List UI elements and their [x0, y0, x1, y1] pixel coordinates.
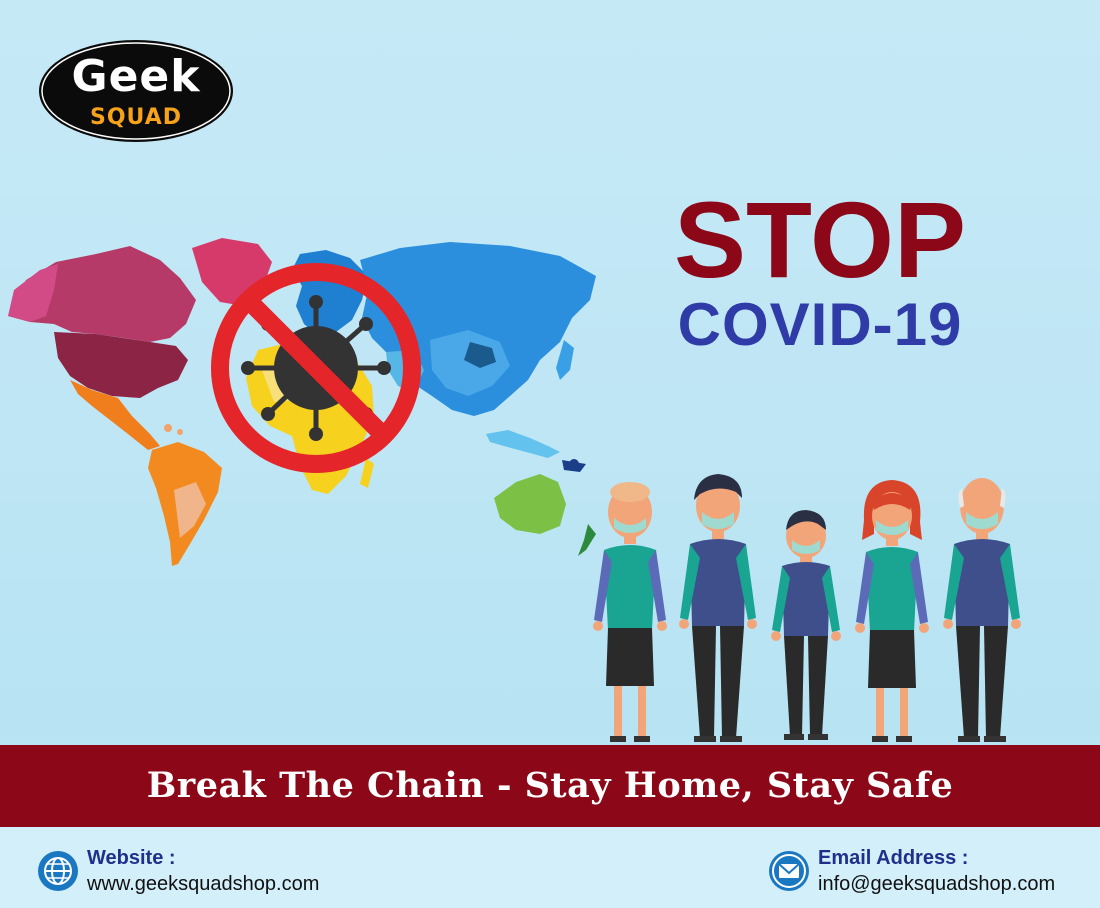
website-label: Website :	[87, 847, 176, 869]
people-illustration	[593, 474, 1021, 742]
envelope-icon	[769, 851, 809, 891]
map-usa	[54, 332, 188, 398]
map-europe	[292, 250, 368, 336]
map-caribbean	[164, 424, 172, 432]
contact-footer: Website : www.geeksquadshop.com Email Ad…	[0, 827, 1100, 908]
map-australia	[494, 474, 566, 534]
person-woman-bald	[593, 482, 667, 742]
map-southeast-asia	[486, 430, 560, 458]
email-label: Email Address :	[818, 847, 969, 869]
no-virus-sign-icon	[211, 263, 421, 473]
world-map	[8, 238, 596, 566]
person-man	[679, 474, 757, 742]
map-madagascar	[360, 458, 374, 488]
headline-covid: COVID-19	[677, 291, 963, 358]
website-contact[interactable]: Website : www.geeksquadshop.com	[37, 845, 367, 897]
person-woman-redhair	[855, 480, 929, 742]
logo-text-squad: SQUAD	[89, 105, 183, 130]
globe-icon	[38, 851, 78, 891]
poster: Geek SQUAD STOP COVID-19 Break The Chain…	[0, 0, 1100, 908]
website-url[interactable]: www.geeksquadshop.com	[87, 873, 319, 896]
email-contact[interactable]: Email Address : info@geeksquadshop.com	[768, 845, 1088, 897]
headline-stop: STOP	[673, 179, 967, 300]
slogan-banner: Break The Chain - Stay Home, Stay Safe	[0, 745, 1100, 827]
email-address[interactable]: info@geeksquadshop.com	[818, 873, 1055, 896]
geek-squad-logo[interactable]: Geek SQUAD	[38, 39, 234, 143]
person-old-man	[943, 478, 1021, 742]
person-boy	[771, 510, 841, 740]
map-japan	[556, 340, 574, 380]
slogan-text: Break The Chain - Stay Home, Stay Safe	[146, 765, 954, 806]
logo-text-geek: Geek	[71, 51, 201, 102]
